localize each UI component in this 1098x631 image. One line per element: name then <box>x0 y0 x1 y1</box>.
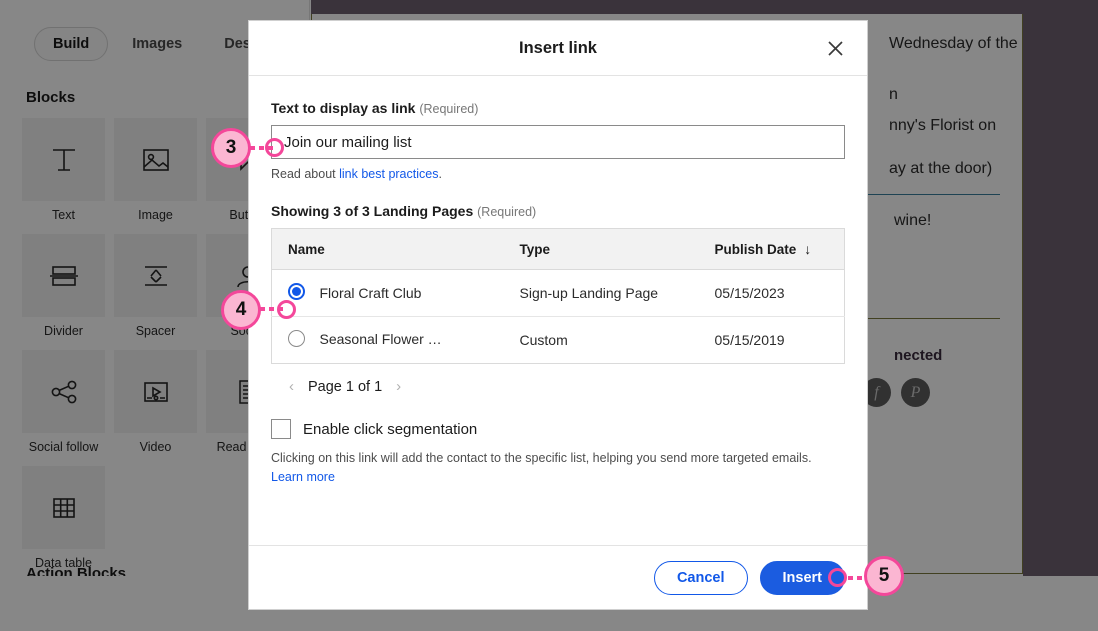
text-to-display-input[interactable] <box>271 125 845 159</box>
click-segmentation-description: Clicking on this link will add the conta… <box>271 449 845 488</box>
table-header-row: Name Type Publish Date ↓ <box>271 228 845 270</box>
annotation-badge-4: 4 <box>221 290 261 330</box>
annotation-ring-4 <box>277 300 296 319</box>
column-label: Publish Date <box>714 242 797 257</box>
annotation-ring-3 <box>265 138 284 157</box>
table-pagination: ‹ Page 1 of 1 › <box>271 364 845 395</box>
table-row[interactable]: Seasonal Flower … Custom 05/15/2019 <box>272 317 845 364</box>
row-name-text: Seasonal Flower … <box>319 330 442 347</box>
learn-more-link[interactable]: Learn more <box>271 470 335 484</box>
row-radio-seasonal-flower[interactable] <box>288 330 305 347</box>
click-segmentation-checkbox[interactable] <box>271 419 291 439</box>
dialog-footer: Cancel Insert <box>249 545 867 609</box>
row-radio-floral-craft-club[interactable] <box>288 283 305 300</box>
row-date: 05/15/2019 <box>714 332 785 348</box>
link-best-practices-helper: Read about link best practices. <box>271 167 845 181</box>
dialog-title: Insert link <box>519 38 597 57</box>
required-hint: (Required) <box>477 205 537 219</box>
table-head: Name Type Publish Date ↓ <box>271 228 845 270</box>
text-to-display-label: Text to display as link (Required) <box>271 100 845 116</box>
chevron-right-icon[interactable]: › <box>396 378 401 395</box>
landing-pages-section-label: Showing 3 of 3 Landing Pages (Required) <box>271 203 845 219</box>
section-text: Showing 3 of 3 Landing Pages <box>271 203 474 219</box>
chevron-left-icon[interactable]: ‹ <box>289 378 294 395</box>
table-row[interactable]: Floral Craft Club Sign-up Landing Page 0… <box>271 269 845 317</box>
row-name: Seasonal Flower … <box>320 317 520 364</box>
pagination-label: Page 1 of 1 <box>308 378 383 395</box>
dialog-header: Insert link <box>249 21 867 76</box>
row-type: Custom <box>519 332 568 348</box>
row-name: Floral Craft Club <box>319 269 520 317</box>
screen-root: Build Images Design Blocks Text <box>0 0 1098 631</box>
click-segmentation-row[interactable]: Enable click segmentation <box>271 419 845 439</box>
close-icon[interactable] <box>821 34 849 62</box>
table-body: Floral Craft Club Sign-up Landing Page 0… <box>271 269 845 364</box>
label-text: Text to display as link <box>271 100 416 116</box>
arrow-down-icon: ↓ <box>804 241 812 257</box>
dialog-body: Text to display as link (Required) Read … <box>249 76 867 545</box>
row-date: 05/15/2023 <box>714 269 845 317</box>
link-best-practices-link[interactable]: link best practices <box>339 167 438 181</box>
helper-prefix: Read about <box>271 167 340 181</box>
helper-suffix: . <box>438 167 442 181</box>
column-header-publish-date[interactable]: Publish Date ↓ <box>714 228 845 270</box>
annotation-badge-5: 5 <box>864 556 904 596</box>
cancel-button[interactable]: Cancel <box>653 560 748 595</box>
row-type: Sign-up Landing Page <box>519 269 715 317</box>
landing-pages-table: Name Type Publish Date ↓ Floral Craft Clu… <box>271 228 845 364</box>
column-header-name[interactable]: Name <box>271 228 520 270</box>
column-header-type[interactable]: Type <box>519 228 715 270</box>
annotation-ring-5 <box>828 568 847 587</box>
row-radio-cell[interactable] <box>272 317 320 364</box>
click-segmentation-label: Enable click segmentation <box>303 420 478 438</box>
required-hint: (Required) <box>419 102 479 116</box>
description-text: Clicking on this link will add the conta… <box>271 451 812 465</box>
insert-link-dialog: Insert link Text to display as link (Req… <box>248 20 868 610</box>
annotation-badge-3: 3 <box>211 128 251 168</box>
